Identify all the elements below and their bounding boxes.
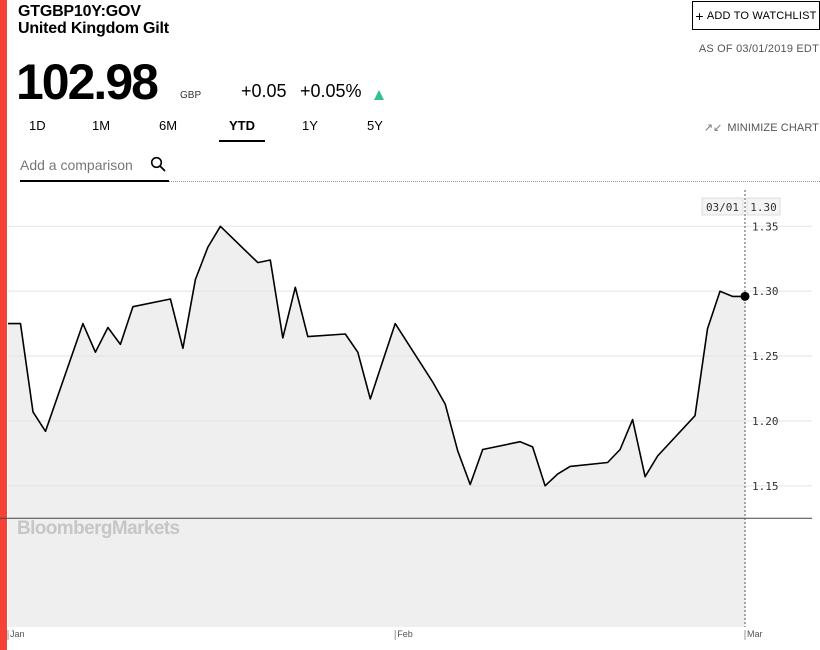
y-tick-label: 1.35 — [752, 220, 779, 233]
y-tick-label: 1.20 — [752, 415, 779, 428]
security-name: United Kingdom Gilt — [18, 20, 169, 37]
comparison-box — [20, 150, 169, 182]
crosshair-date-label: 03/01 — [706, 201, 739, 214]
minimize-arrows-icon: ↗↙ — [703, 122, 723, 134]
price-change-percent: +0.05% — [300, 81, 362, 101]
x-tick-label: Feb — [397, 629, 413, 639]
up-triangle-icon — [374, 90, 384, 100]
tab-1y[interactable]: 1Y — [301, 118, 319, 133]
last-point-marker — [740, 291, 750, 301]
y-tick-label: 1.30 — [752, 285, 779, 298]
add-to-watchlist-button[interactable]: + ADD TO WATCHLIST — [692, 1, 820, 30]
x-tick-label: Mar — [747, 629, 763, 639]
x-tick-label: Jan — [10, 629, 25, 639]
tab-1m[interactable]: 1M — [91, 118, 111, 133]
minimize-chart-label: MINIMIZE CHART — [727, 121, 819, 134]
add-to-watchlist-label: ADD TO WATCHLIST — [706, 9, 817, 22]
price-value: 102.98 — [16, 54, 159, 110]
price-currency: GBP — [180, 90, 202, 101]
header-divider — [169, 181, 820, 182]
y-tick-label: 1.15 — [752, 480, 779, 493]
price-chart: 1.15 1.20 1.25 1.30 1.35 BloombergMarkets 03/0… — [0, 190, 812, 640]
search-icon[interactable] — [150, 156, 166, 172]
tab-ytd[interactable]: YTD — [225, 118, 259, 133]
y-tick-label: 1.25 — [752, 350, 779, 363]
as-of-timestamp: AS OF 03/01/2019 EDT — [698, 43, 819, 55]
tab-5y[interactable]: 5Y — [366, 118, 384, 133]
comparison-input[interactable] — [20, 157, 144, 173]
tab-1d[interactable]: 1D — [29, 118, 46, 133]
crosshair-value-label: 1.30 — [750, 201, 777, 214]
plus-icon: + — [695, 7, 704, 24]
tab-6m[interactable]: 6M — [157, 118, 179, 133]
minimize-chart-button[interactable]: ↗↙ MINIMIZE CHART — [703, 121, 819, 135]
ticker-symbol: GTGBP10Y:GOV — [18, 3, 141, 20]
active-tab-underline — [219, 140, 265, 142]
price-change: +0.05 — [241, 81, 287, 101]
watermark-text: BloombergMarkets — [17, 518, 180, 539]
